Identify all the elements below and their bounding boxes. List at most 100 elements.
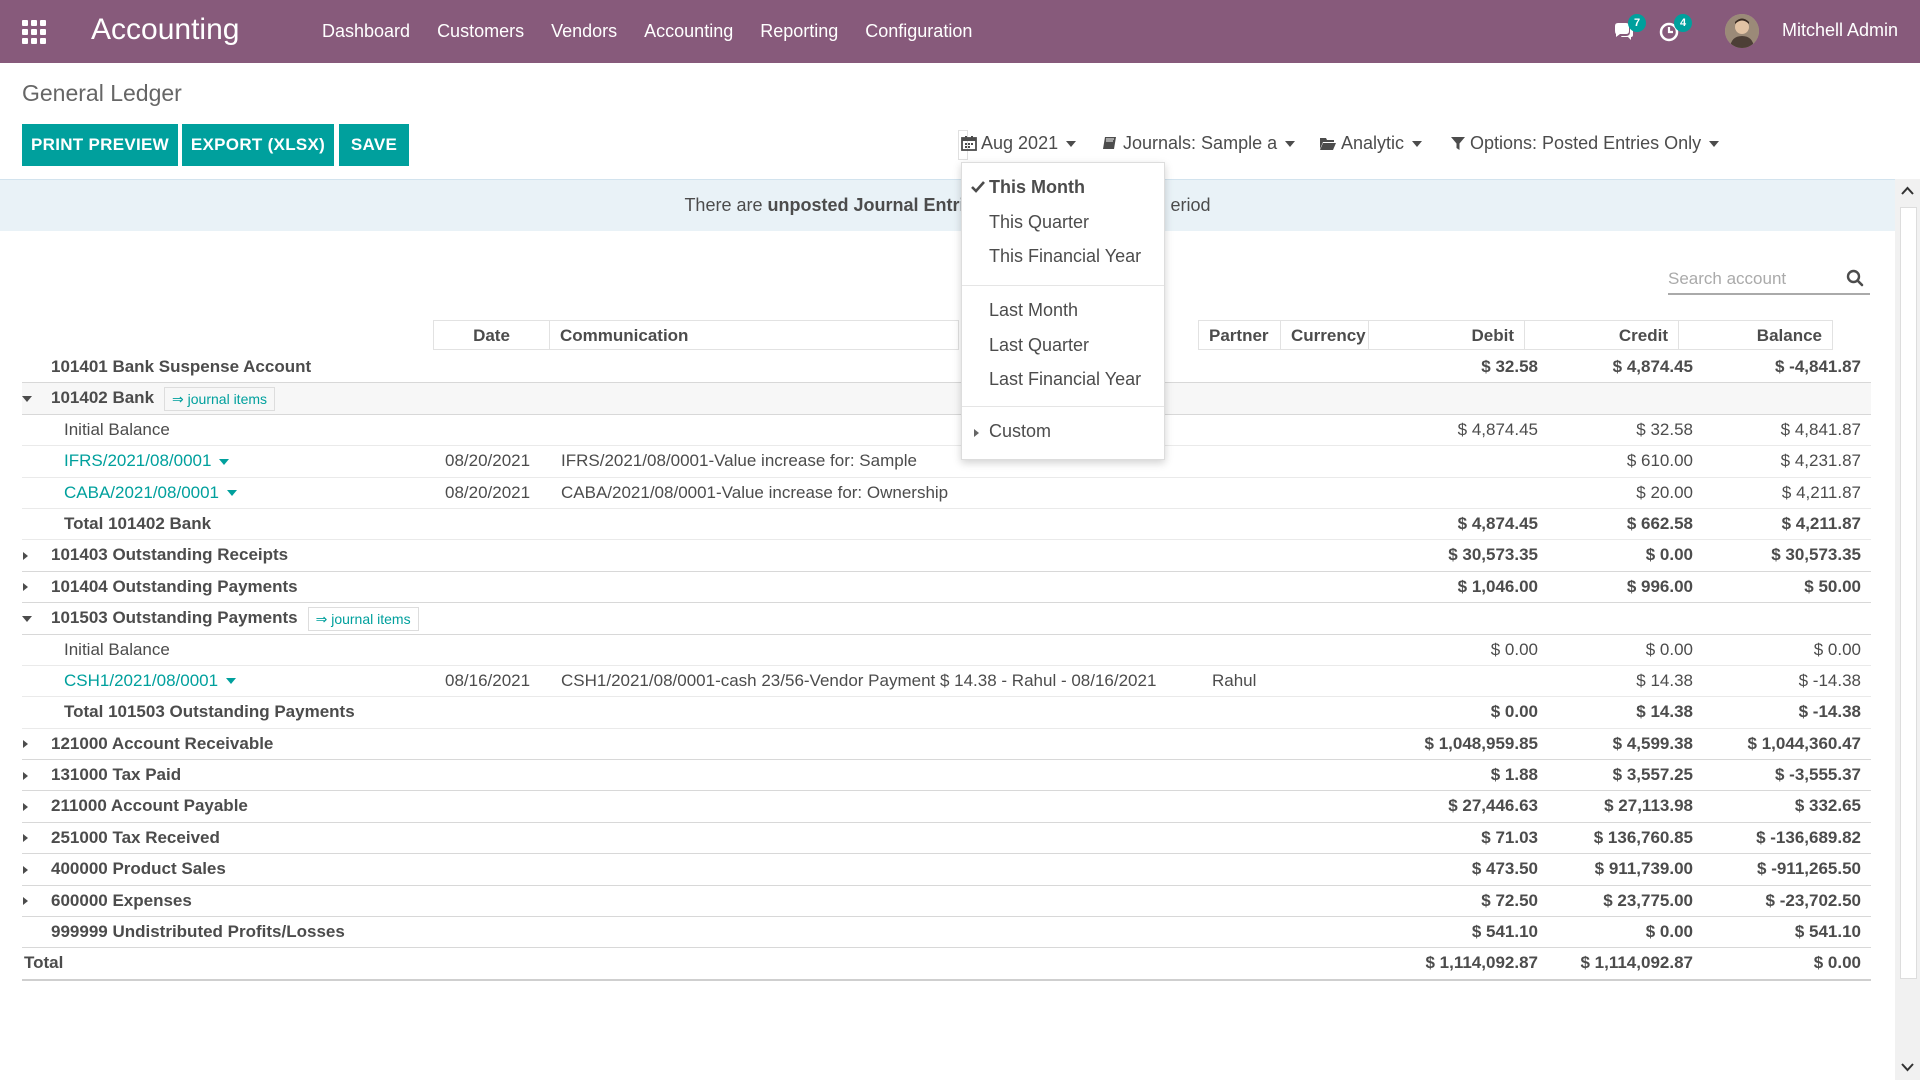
dropdown-this-quarter[interactable]: This Quarter (989, 212, 1089, 233)
app-title[interactable]: Accounting (91, 13, 239, 47)
expand-caret-icon[interactable] (23, 540, 28, 570)
book-icon (1103, 137, 1116, 149)
table-row: Initial Balance $ 4,874.45 $ 32.58 $ 4,8… (22, 415, 1871, 447)
custom-expand-icon[interactable] (974, 429, 979, 437)
header-currency[interactable]: Currency (1280, 320, 1369, 350)
table-row[interactable]: 101503 Outstanding Payments ⇒ journal ite… (22, 603, 1871, 635)
partner-value: Rahul (1212, 670, 1257, 690)
debit-value: $ 4,874.45 (1457, 513, 1538, 533)
menu-vendors[interactable]: Vendors (551, 21, 617, 42)
analytic-filter-label: Analytic (1341, 133, 1405, 153)
journal-items-button[interactable]: ⇒ journal items (164, 386, 276, 411)
menu-configuration[interactable]: Configuration (865, 21, 972, 42)
header-debit[interactable]: Debit (1368, 320, 1525, 350)
scroll-down-arrow-icon[interactable] (1901, 1062, 1914, 1072)
table-row[interactable]: 121000 Account Receivable $ 1,048,959.85… (22, 729, 1871, 761)
journals-filter[interactable]: Journals: Sample a (1102, 133, 1296, 154)
scroll-up-arrow-icon[interactable] (1901, 186, 1914, 196)
header-communication[interactable]: Communication (549, 320, 959, 350)
balance-value: $ 30,573.35 (1771, 545, 1861, 565)
collapse-caret-icon[interactable] (22, 603, 32, 633)
table-row[interactable]: 101404 Outstanding Payments $ 1,046.00 $… (22, 572, 1871, 604)
header-balance[interactable]: Balance (1678, 320, 1833, 350)
line-label: Initial Balance (64, 639, 170, 659)
alert-bold[interactable]: unposted Journal Entrie (767, 195, 974, 215)
alert-prefix: There are (684, 195, 768, 215)
expand-caret-icon[interactable] (23, 572, 28, 602)
balance-value: $ 541.10 (1794, 922, 1861, 942)
save-button[interactable]: SAVE (339, 124, 409, 166)
balance-value: $ -4,841.87 (1774, 357, 1861, 376)
credit-value: $ 1,114,092.87 (1580, 953, 1693, 973)
expand-caret-icon[interactable] (23, 854, 28, 884)
expand-caret-icon[interactable] (23, 729, 28, 759)
dropdown-custom[interactable]: Custom (989, 421, 1051, 442)
journal-items-button[interactable]: ⇒ journal items (307, 606, 419, 631)
menu-dashboard[interactable]: Dashboard (322, 21, 410, 42)
table-row[interactable]: 211000 Account Payable $ 27,446.63 $ 27,… (22, 791, 1871, 823)
search-input[interactable] (1668, 265, 1828, 293)
analytic-filter[interactable]: Analytic (1319, 133, 1423, 154)
move-link[interactable]: CSH1/2021/08/0001 (64, 666, 237, 696)
dropdown-this-month[interactable]: This Month (989, 177, 1085, 198)
move-link[interactable]: IFRS/2021/08/0001 (64, 446, 230, 476)
expand-caret-icon[interactable] (23, 886, 28, 916)
options-filter-label: Options: Posted Entries Only (1470, 133, 1702, 153)
table-row[interactable]: 999999 Undistributed Profits/Losses $ 54… (22, 917, 1871, 949)
date-value: 08/20/2021 (445, 451, 531, 471)
debit-value: $ 72.50 (1481, 890, 1538, 910)
move-link[interactable]: CABA/2021/08/0001 (64, 478, 238, 508)
expand-caret-icon[interactable] (23, 791, 28, 821)
credit-value: $ 4,599.38 (1612, 733, 1693, 753)
date-filter[interactable]: Aug 2021 (961, 133, 1077, 154)
clock-icon[interactable]: 4 (1658, 14, 1692, 46)
user-name[interactable]: Mitchell Admin (1782, 20, 1898, 41)
export-xlsx-button[interactable]: EXPORT (XLSX) (182, 124, 334, 166)
table-row[interactable]: 131000 Tax Paid $ 1.88 $ 3,557.25 $ -3,5… (22, 760, 1871, 792)
menu-reporting[interactable]: Reporting (760, 21, 838, 42)
chat-icon[interactable]: 7 (1612, 14, 1646, 46)
dropdown-this-financial-year[interactable]: This Financial Year (989, 246, 1141, 267)
header-partner[interactable]: Partner (1198, 320, 1281, 350)
account-name-group: 101402 Bank ⇒ journal items (51, 383, 276, 413)
debit-value: $ 4,874.45 (1457, 419, 1538, 439)
move-dropdown-icon[interactable] (227, 490, 238, 497)
total-label: Total 101402 Bank (64, 513, 212, 533)
dropdown-last-quarter[interactable]: Last Quarter (989, 335, 1089, 356)
header-credit[interactable]: Credit (1524, 320, 1679, 350)
move-link-label: IFRS/2021/08/0001 (64, 451, 212, 471)
search-icon[interactable] (1846, 269, 1864, 287)
move-dropdown-icon[interactable] (226, 678, 237, 685)
avatar[interactable] (1725, 14, 1759, 48)
table-row[interactable]: 600000 Expenses $ 72.50 $ 23,775.00 $ -2… (22, 886, 1871, 918)
table-row[interactable]: 101402 Bank ⇒ journal items (22, 383, 1871, 415)
menu-accounting[interactable]: Accounting (644, 21, 733, 42)
dropdown-last-financial-year[interactable]: Last Financial Year (989, 369, 1141, 390)
options-filter[interactable]: Options: Posted Entries Only (1451, 133, 1720, 154)
grand-total-row: Total $ 1,114,092.87 $ 1,114,092.87 $ 0.… (22, 948, 1871, 981)
scrollbar[interactable] (1895, 179, 1920, 1080)
scroll-thumb[interactable] (1900, 207, 1917, 979)
account-name: 101404 Outstanding Payments (51, 576, 298, 596)
top-navbar: Accounting Dashboard Customers Vendors A… (0, 0, 1920, 63)
expand-caret-icon[interactable] (23, 760, 28, 790)
apps-grid-icon[interactable] (22, 20, 46, 44)
move-dropdown-icon[interactable] (219, 458, 230, 465)
print-preview-button[interactable]: PRINT PREVIEW (22, 124, 178, 166)
menu-customers[interactable]: Customers (437, 21, 524, 42)
credit-value: $ 14.38 (1636, 670, 1693, 690)
expand-caret-icon[interactable] (23, 823, 28, 853)
dropdown-last-month[interactable]: Last Month (989, 300, 1078, 321)
table-row: CABA/2021/08/0001 08/20/2021 CABA/2021/0… (22, 478, 1871, 509)
credit-value: $ 0.00 (1645, 545, 1693, 565)
table-row[interactable]: 101403 Outstanding Receipts $ 30,573.35 … (22, 540, 1871, 572)
page-title[interactable]: General Ledger (22, 80, 182, 107)
collapse-caret-icon[interactable] (22, 383, 32, 413)
header-date[interactable]: Date (433, 320, 550, 350)
account-name: 400000 Product Sales (51, 859, 226, 879)
table-row[interactable]: 251000 Tax Received $ 71.03 $ 136,760.85… (22, 823, 1871, 855)
debit-value: $ 32.58 (1481, 357, 1538, 376)
communication-value: CABA/2021/08/0001-Value increase for: Ow… (561, 482, 949, 502)
table-row[interactable]: 101401 Bank Suspense Account $ 32.58 $ 4… (22, 352, 1871, 384)
table-row[interactable]: 400000 Product Sales $ 473.50 $ 911,739.… (22, 854, 1871, 886)
